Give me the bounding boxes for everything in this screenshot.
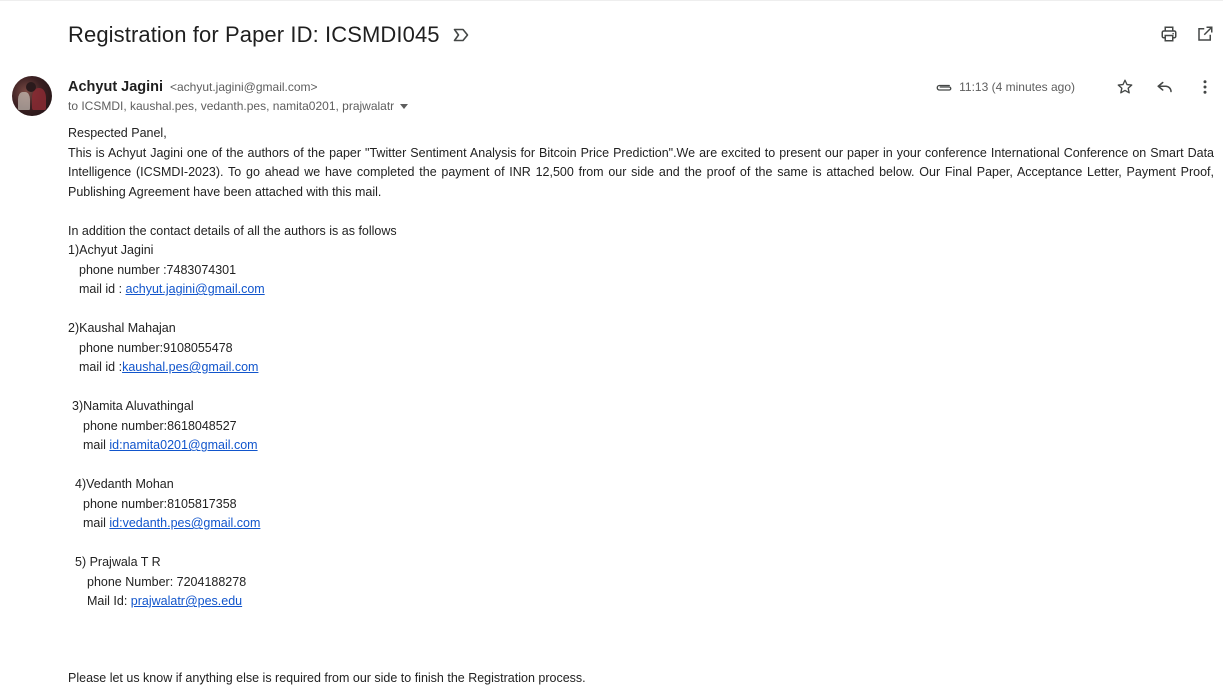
print-icon[interactable] [1159,24,1179,44]
author-phone: phone number :7483074301 [79,262,237,277]
author-mail-prefix: Mail Id: [87,594,131,608]
sender-line: Achyut Jagini <achyut.jagini@gmail.com> [68,78,318,95]
email-subject: Registration for Paper ID: ICSMDI045 [68,22,440,47]
recipients-line: to ICSMDI, kaushal.pes, vedanth.pes, nam… [68,99,409,113]
closing-line: Please let us know if anything else is r… [68,671,586,685]
greeting: Respected Panel, [68,126,167,140]
reply-icon[interactable] [1155,77,1175,97]
author-name: 4)Vedanth Mohan [75,477,174,491]
recipients-list: to ICSMDI, kaushal.pes, vedanth.pes, nam… [68,99,395,113]
author-mail: Mail Id: prajwalatr@pes.edu [68,592,1214,612]
sender-email: <achyut.jagini@gmail.com> [169,80,318,94]
chevron-down-icon[interactable] [400,103,409,109]
author-phone: phone number:9108055478 [79,340,233,355]
author-mail-prefix: mail id : [79,282,126,296]
more-vertical-icon[interactable] [1195,77,1215,97]
intro-paragraph: This is Achyut Jagini one of the authors… [68,145,1214,199]
author-phone: phone number:8618048527 [83,418,237,433]
author-name: 1)Achyut Jagini [68,243,154,257]
subject-row: Registration for Paper ID: ICSMDI045 [68,20,470,50]
author-mail: mail id :kaushal.pes@gmail.com [68,358,1214,378]
author-mail: mail id:vedanth.pes@gmail.com [68,514,1214,534]
author-mail-link[interactable]: id:namita0201@gmail.com [109,438,257,452]
paperclip-icon [935,78,953,96]
author-mail-prefix: mail [83,516,110,530]
author-name: 3)Namita Aluvathingal [72,399,194,413]
thread-actions [1159,24,1215,44]
message-timestamp: 11:13 (4 minutes ago) [959,80,1075,94]
contacts-intro: In addition the contact details of all t… [68,223,397,238]
author-name: 5) Prajwala T R [75,555,161,569]
star-icon[interactable] [1115,77,1135,97]
author-mail-prefix: mail id : [79,360,123,374]
open-in-new-window-icon[interactable] [1195,24,1215,44]
author-mail: mail id : achyut.jagini@gmail.com [68,280,1214,300]
top-divider [0,0,1223,1]
author-mail-link[interactable]: achyut.jagini@gmail.com [126,282,265,296]
author-name: 2)Kaushal Mahajan [68,321,176,335]
author-mail: mail id:namita0201@gmail.com [68,436,1214,456]
sender-avatar[interactable] [12,76,52,116]
label-icon[interactable] [452,26,470,44]
author-mail-link[interactable]: id:vedanth.pes@gmail.com [109,516,260,530]
author-phone: phone number:8105817358 [83,496,237,511]
email-body: Respected Panel, This is Achyut Jagini o… [68,124,1214,612]
author-mail-link[interactable]: prajwalatr@pes.edu [131,594,242,608]
author-mail-link[interactable]: kaushal.pes@gmail.com [122,360,258,374]
author-mail-prefix: mail [83,438,110,452]
author-phone: phone Number: 7204188278 [87,574,247,589]
sender-name[interactable]: Achyut Jagini [68,79,163,95]
message-meta: 11:13 (4 minutes ago) [935,76,1215,98]
